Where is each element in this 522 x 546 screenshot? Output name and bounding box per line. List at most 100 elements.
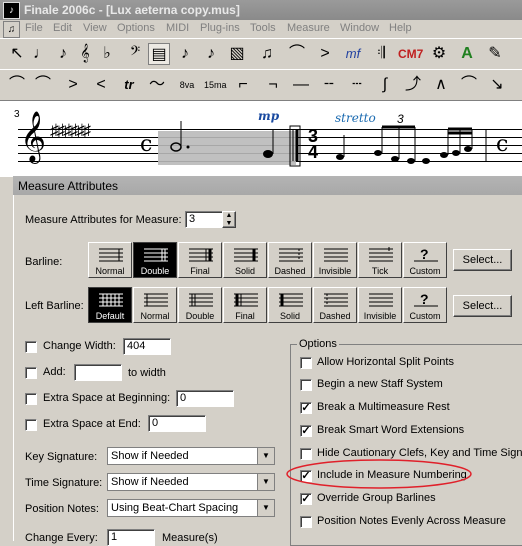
- add-label: Add:: [43, 366, 66, 378]
- barline-custom[interactable]: ? Custom: [403, 242, 447, 278]
- trill-extension-icon[interactable]: 〜: [146, 74, 168, 96]
- tie-tool-icon[interactable]: ⌒: [286, 43, 308, 65]
- measure-tool-icon[interactable]: ▤: [148, 43, 170, 65]
- left-barline-invisible[interactable]: Invisible: [358, 287, 402, 323]
- barline-solid[interactable]: Solid: [223, 242, 267, 278]
- chord-tool-icon[interactable]: CM7: [398, 43, 423, 65]
- add-checkbox[interactable]: [25, 367, 37, 379]
- text-tool-icon[interactable]: A: [456, 43, 478, 65]
- staff-tool-icon[interactable]: ♩: [30, 43, 52, 65]
- left-barline-double[interactable]: Double: [178, 287, 222, 323]
- extra-end-label: Extra Space at End:: [43, 418, 141, 430]
- left-barline-options: Default Normal Double Final Solid Dashed…: [88, 287, 447, 323]
- selection-tool-icon[interactable]: ↖: [6, 43, 28, 65]
- measure-number-field[interactable]: 3: [185, 211, 223, 228]
- option-checkbox[interactable]: ✓: [300, 402, 312, 414]
- tuplet-tool-icon[interactable]: ♪: [200, 43, 222, 65]
- change-width-field[interactable]: 404: [123, 338, 171, 355]
- option-checkbox[interactable]: [300, 357, 312, 369]
- crescendo-icon[interactable]: >: [62, 74, 84, 96]
- option-checkbox[interactable]: [300, 516, 312, 528]
- line-icon[interactable]: —: [290, 74, 312, 96]
- quindicesima-icon[interactable]: 15ma: [204, 74, 227, 96]
- bracket-icon[interactable]: ⌐: [232, 74, 254, 96]
- left-barline-default[interactable]: Default: [88, 287, 132, 323]
- ottava-icon[interactable]: 8va: [176, 74, 198, 96]
- left-barline-select-button[interactable]: Select...: [453, 295, 512, 317]
- option-checkbox[interactable]: ✓: [300, 493, 312, 505]
- barline-tick[interactable]: Tick: [358, 242, 402, 278]
- note-tool-icon[interactable]: ♪: [174, 43, 196, 65]
- bracket-down-icon[interactable]: ¬: [262, 74, 284, 96]
- barline-select-button[interactable]: Select...: [453, 249, 512, 271]
- menu-midi[interactable]: MIDI: [166, 22, 189, 34]
- menu-plugins[interactable]: Plug-ins: [200, 22, 240, 34]
- left-barline-solid[interactable]: Solid: [268, 287, 312, 323]
- change-width-checkbox[interactable]: [25, 341, 37, 353]
- barline-solid-icon: [234, 248, 258, 262]
- menu-help[interactable]: Help: [389, 22, 412, 34]
- dotted-line-icon[interactable]: ┄: [346, 74, 368, 96]
- measure-spinner[interactable]: ▲ ▼: [222, 211, 236, 228]
- extra-begin-checkbox[interactable]: [25, 393, 37, 405]
- left-barline-final-label: Final: [235, 311, 255, 321]
- lyrics-tool-icon[interactable]: ⚙: [428, 43, 450, 65]
- graphics-tool-icon[interactable]: ✎: [484, 43, 506, 65]
- simple-entry-icon[interactable]: ♪: [52, 43, 74, 65]
- dashed-line-icon[interactable]: ╌: [318, 74, 340, 96]
- clef-tool-icon[interactable]: 𝄞: [74, 43, 96, 65]
- extra-end-field[interactable]: 0: [148, 415, 206, 432]
- speedy-entry-icon[interactable]: ♫: [256, 43, 278, 65]
- menu-edit[interactable]: Edit: [53, 22, 72, 34]
- key-sig-tool-icon[interactable]: ♭: [96, 43, 118, 65]
- barline-custom-label: Custom: [409, 266, 441, 276]
- change-every-field[interactable]: 1: [107, 529, 155, 546]
- window-title: Finale 2006c - [Lux aeterna copy.mus]: [24, 3, 240, 17]
- add-field[interactable]: [74, 364, 122, 381]
- menu-options[interactable]: Options: [117, 22, 155, 34]
- left-barline-custom[interactable]: ? Custom: [403, 287, 447, 323]
- slur-down-tool-icon[interactable]: ⌒: [32, 74, 54, 96]
- position-notes-select[interactable]: Using Beat-Chart Spacing ▼: [107, 499, 275, 517]
- trill-icon[interactable]: tr: [118, 74, 140, 96]
- bass-clef-tool-icon[interactable]: 𝄢: [124, 43, 146, 65]
- option-checkbox[interactable]: ✓: [300, 425, 312, 437]
- menu-file[interactable]: File: [25, 22, 43, 34]
- key-sig-select[interactable]: Show if Needed ▼: [107, 447, 275, 465]
- bend-icon[interactable]: ⤴: [402, 74, 424, 96]
- bend-hat-icon[interactable]: ∧: [430, 74, 452, 96]
- extra-begin-field[interactable]: 0: [176, 390, 234, 407]
- custom-line-icon[interactable]: ↘: [486, 74, 508, 96]
- main-tool-palette: ↖ ♩ ♪ 𝄞 ♭ 𝄢 ▤ ♪ ♪ ▧ ♫ ⌒ > mf 𝄇 CM7 ⚙ A ✎: [0, 38, 522, 70]
- articulation-tool-icon[interactable]: >: [314, 43, 336, 65]
- left-barline-dashed[interactable]: Dashed: [313, 287, 357, 323]
- expression-tool-icon[interactable]: mf: [342, 43, 364, 65]
- smart-shape-palette: ⌒ ⌒ > < tr 〜 8va 15ma ⌐ ¬ — ╌ ┄ ∫ ⤴ ∧ ⌒ …: [0, 69, 522, 101]
- menu-tools[interactable]: Tools: [250, 22, 276, 34]
- resize-tool-icon[interactable]: ▧: [226, 43, 248, 65]
- option-label: Break a Multimeasure Rest: [317, 401, 450, 413]
- left-barline-normal[interactable]: Normal: [133, 287, 177, 323]
- option-checkbox[interactable]: [300, 379, 312, 391]
- barline-invisible[interactable]: Invisible: [313, 242, 357, 278]
- left-barline-final[interactable]: Final: [223, 287, 267, 323]
- barline-double[interactable]: Double: [133, 242, 177, 278]
- score-view[interactable]: 3 𝄞 ♯♯♯♯♯♯ c mp stretto 3 3 4 c: [0, 100, 522, 177]
- barline-dashed[interactable]: Dashed: [268, 242, 312, 278]
- time-sig-value: Show if Needed: [111, 476, 189, 488]
- dialog-title-bar[interactable]: Measure Attributes: [13, 176, 522, 195]
- extra-end-checkbox[interactable]: [25, 419, 37, 431]
- curve-icon[interactable]: ⌒: [458, 74, 480, 96]
- measure-label: Measure Attributes for Measure:: [25, 214, 182, 226]
- repeat-tool-icon[interactable]: 𝄇: [370, 43, 392, 65]
- menu-window[interactable]: Window: [340, 22, 379, 34]
- barline-normal[interactable]: Normal: [88, 242, 132, 278]
- slur-tool-icon[interactable]: ⌒: [6, 74, 28, 96]
- decrescendo-icon[interactable]: <: [90, 74, 112, 96]
- menu-view[interactable]: View: [83, 22, 107, 34]
- glissando-icon[interactable]: ∫: [374, 74, 396, 96]
- barline-final[interactable]: Final: [178, 242, 222, 278]
- time-sig-select[interactable]: Show if Needed ▼: [107, 473, 275, 491]
- menu-measure[interactable]: Measure: [287, 22, 330, 34]
- document-icon[interactable]: ♫: [3, 21, 20, 38]
